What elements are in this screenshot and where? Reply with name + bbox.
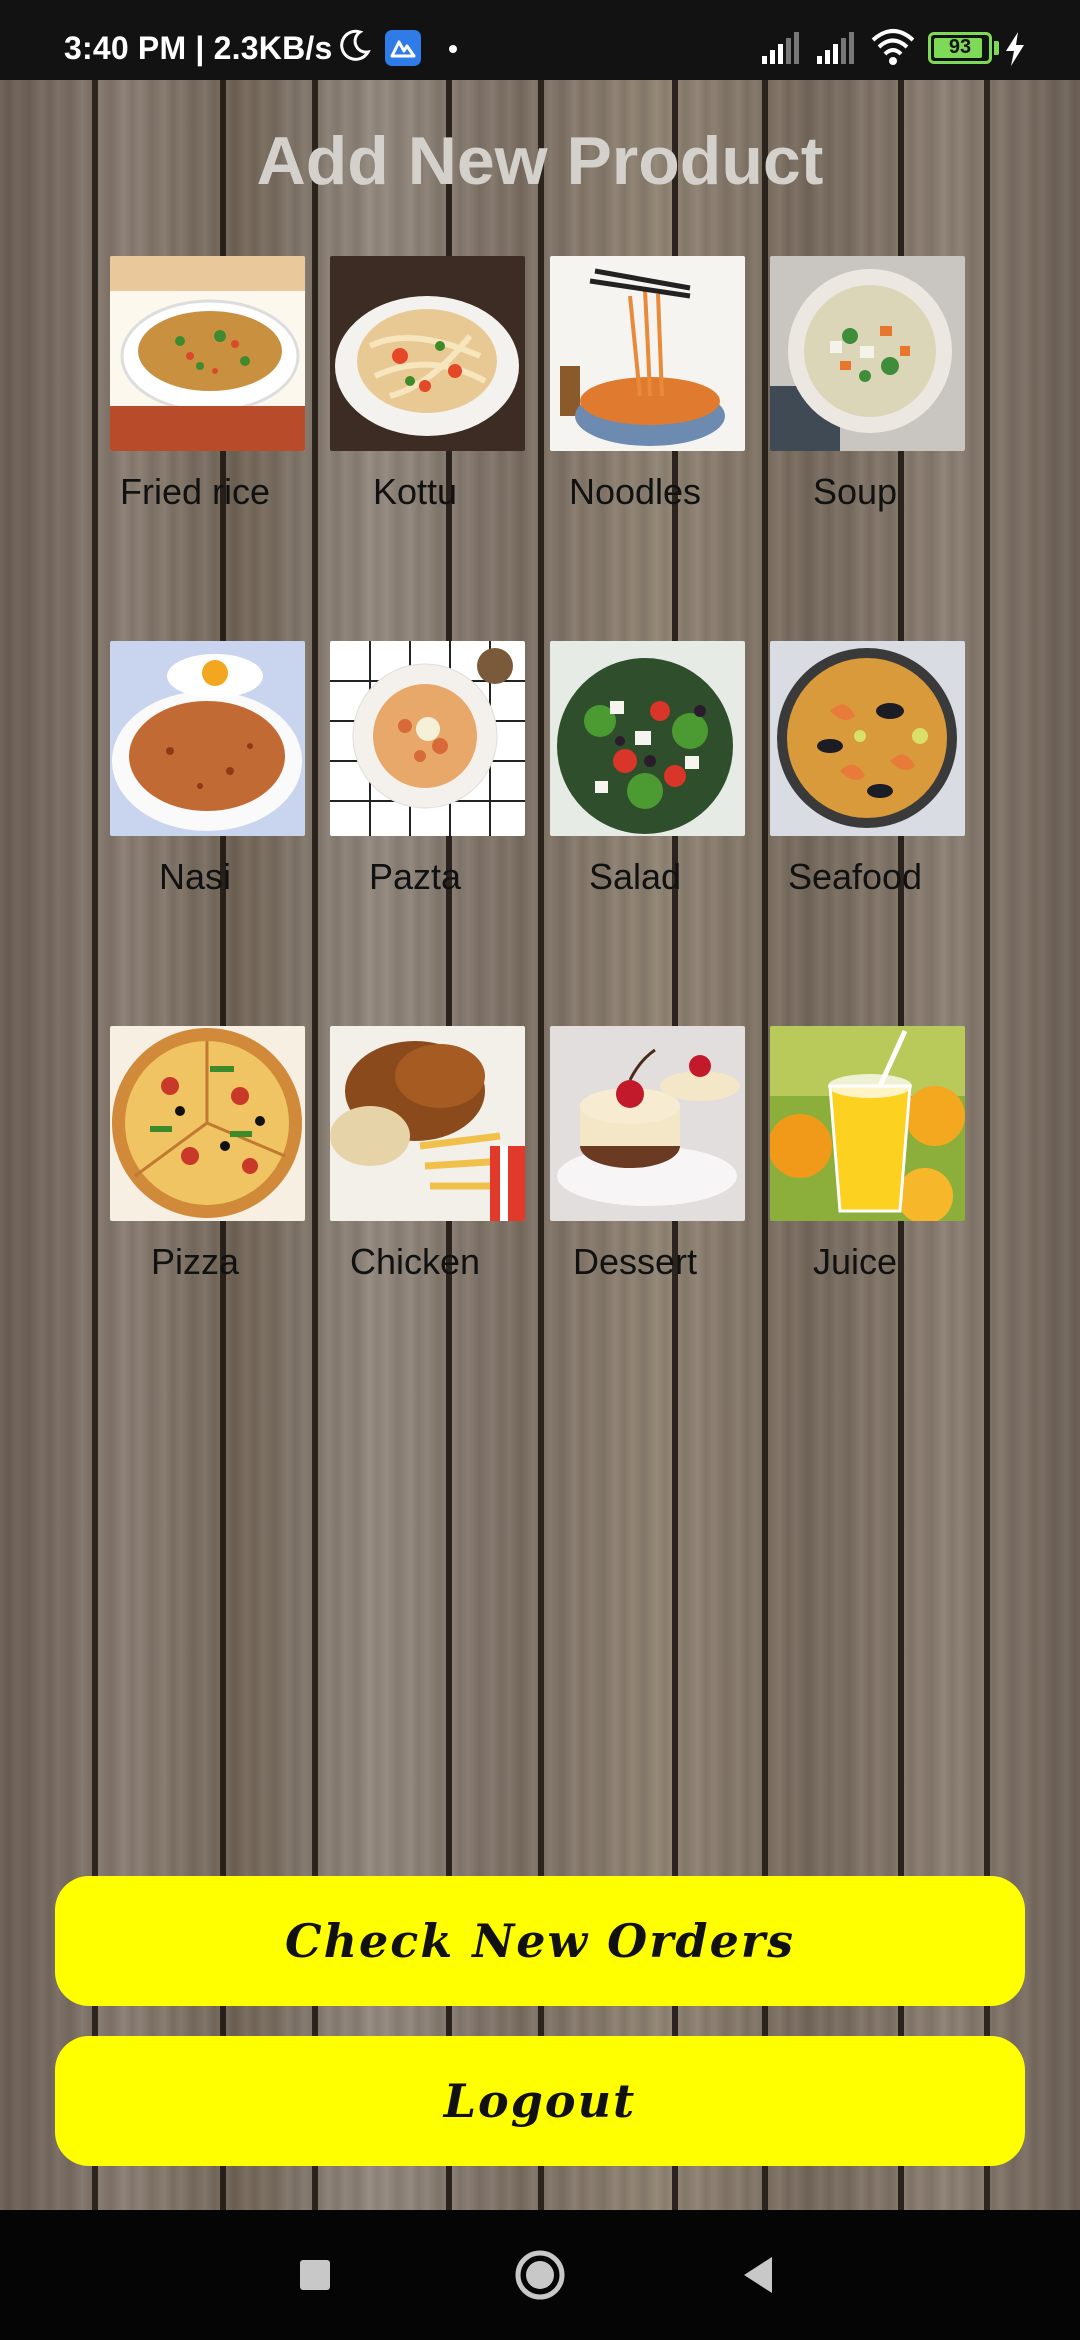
notification-dot: [449, 45, 457, 53]
product-noodles[interactable]: Noodles: [520, 256, 745, 536]
check-new-orders-button[interactable]: Check New Orders: [55, 1876, 1025, 2006]
product-label: Soup: [812, 471, 898, 512]
noodles-image: [550, 256, 745, 451]
product-dessert[interactable]: Dessert: [520, 1026, 745, 1306]
home-icon[interactable]: [510, 2245, 570, 2305]
product-pizza[interactable]: Pizza: [80, 1026, 305, 1306]
product-label: Pizza: [150, 1241, 240, 1282]
product-label: Dessert: [572, 1241, 698, 1282]
product-kottu[interactable]: Kottu: [300, 256, 525, 536]
product-soup[interactable]: Soup: [740, 256, 965, 536]
app-badge-icon: [385, 30, 421, 66]
product-label: Noodles: [568, 471, 702, 512]
battery-icon: 93: [928, 32, 992, 64]
product-pazta[interactable]: Pazta: [300, 641, 525, 921]
fried-rice-image: [110, 256, 305, 451]
product-salad[interactable]: Salad: [520, 641, 745, 921]
signal-icon: [762, 32, 799, 64]
status-bar: 3:40 PM | 2.3KB/s 93: [0, 0, 1080, 80]
product-label: Salad: [588, 856, 682, 897]
product-nasi[interactable]: Nasi: [80, 641, 305, 921]
product-label: Seafood: [787, 856, 923, 897]
charging-icon: [1006, 32, 1024, 66]
product-label: Nasi: [158, 856, 232, 897]
product-label: Pazta: [368, 856, 462, 897]
recents-icon[interactable]: [285, 2245, 345, 2305]
juice-image: [770, 1026, 965, 1221]
soup-image: [770, 256, 965, 451]
battery-percent: 93: [948, 36, 972, 58]
pizza-image: [110, 1026, 305, 1221]
product-label: Kottu: [372, 471, 458, 512]
product-label: Fried rice: [119, 471, 271, 512]
product-juice[interactable]: Juice: [740, 1026, 965, 1306]
signal-icon-2: [817, 32, 854, 64]
back-icon[interactable]: [730, 2245, 790, 2305]
product-fried-rice[interactable]: Fried rice: [80, 256, 305, 536]
logout-button[interactable]: Logout: [55, 2036, 1025, 2166]
salad-image: [550, 641, 745, 836]
navigation-bar: [0, 2210, 1080, 2340]
seafood-image: [770, 641, 965, 836]
product-label: Juice: [812, 1241, 898, 1282]
battery-cap: [994, 41, 999, 55]
moon-icon: [340, 29, 371, 61]
status-time: 3:40 PM | 2.3KB/s: [64, 30, 333, 66]
chicken-image: [330, 1026, 525, 1221]
page-title: Add New Product: [256, 123, 824, 199]
pasta-image: [330, 641, 525, 836]
dessert-image: [550, 1026, 745, 1221]
nasi-image: [110, 641, 305, 836]
product-label: Chicken: [349, 1241, 481, 1282]
product-seafood[interactable]: Seafood: [740, 641, 965, 921]
kottu-image: [330, 256, 525, 451]
wifi-icon: [871, 29, 915, 65]
product-chicken[interactable]: Chicken: [300, 1026, 525, 1306]
